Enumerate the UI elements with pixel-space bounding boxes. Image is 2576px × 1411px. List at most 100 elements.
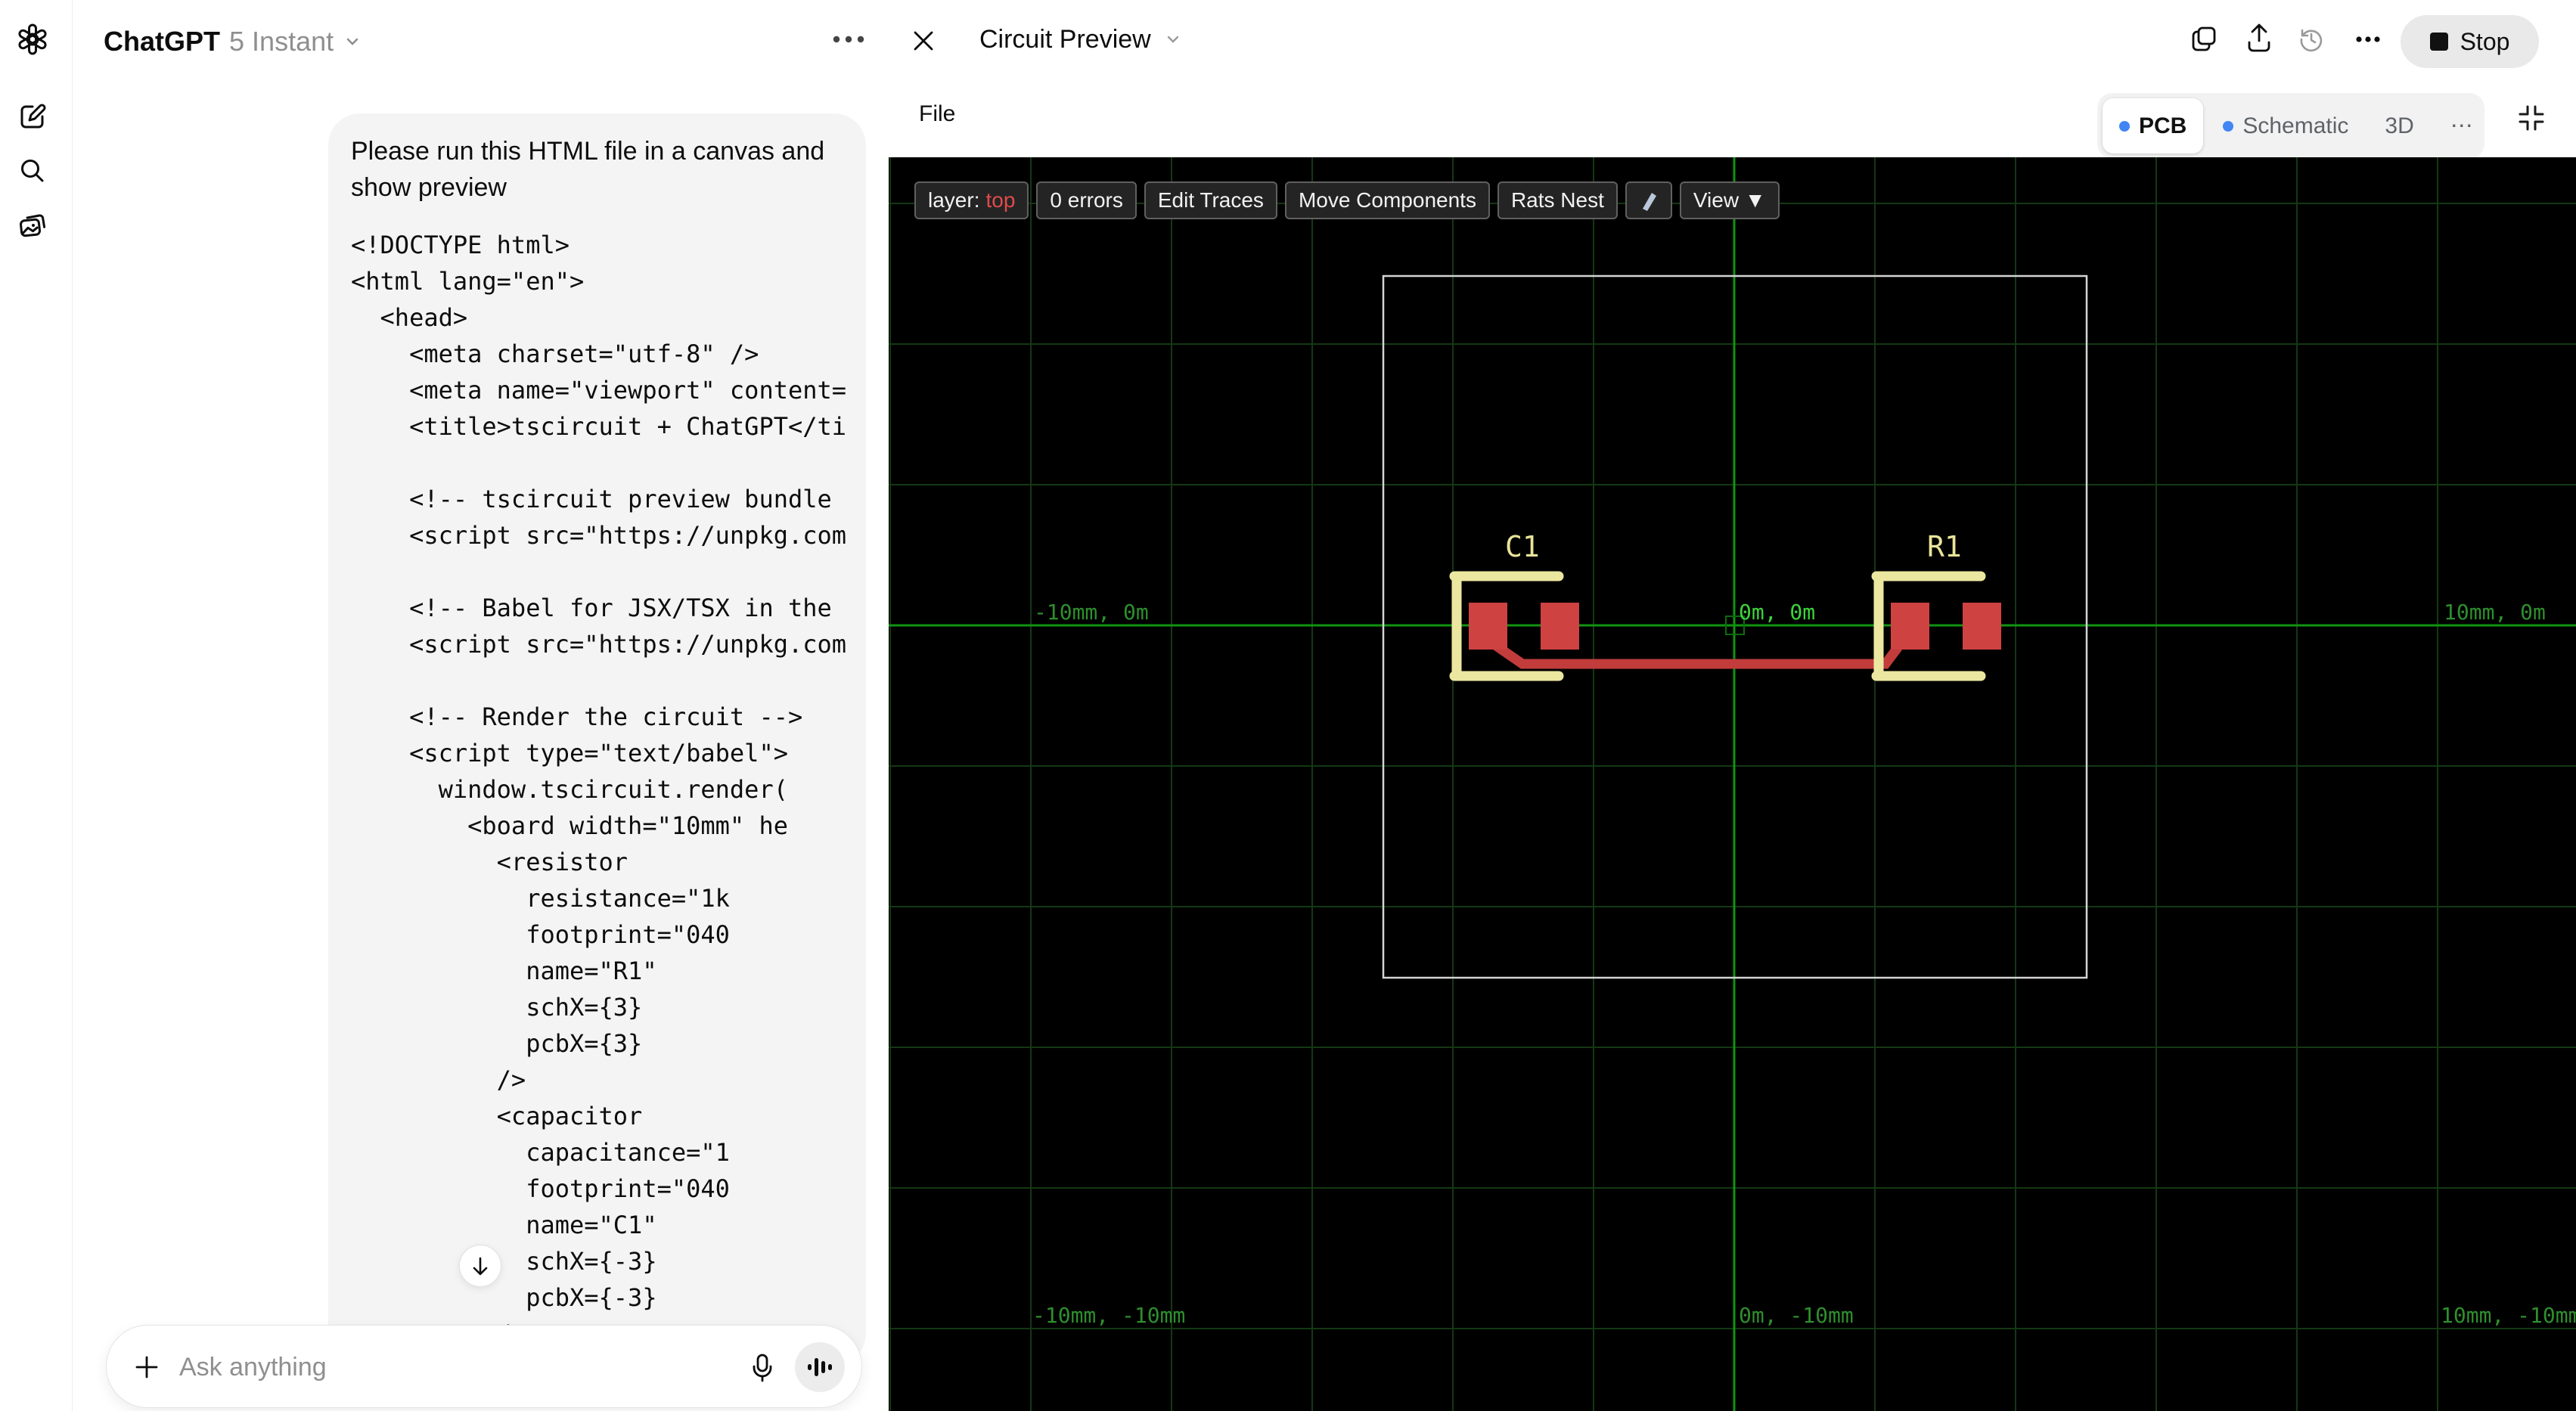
microphone-icon[interactable]	[748, 1353, 777, 1383]
r1-pad-2[interactable]	[1963, 603, 2001, 650]
r1-pad-1[interactable]	[1891, 603, 1929, 650]
code-line: <html lang="en">	[351, 267, 585, 296]
grid-label-bottom-left: -10mm, -10mm	[1032, 1303, 1185, 1328]
move-components-button[interactable]: Move Components	[1284, 181, 1490, 219]
edit-traces-button[interactable]: Edit Traces	[1144, 181, 1277, 219]
schematic-status-dot	[2223, 120, 2234, 132]
chat-title: ChatGPT	[104, 26, 221, 57]
share-icon[interactable]	[2244, 23, 2274, 54]
pasted-code-block: <!DOCTYPE html> <html lang="en"> <head> <…	[351, 227, 849, 1352]
code-line: footprint="040	[351, 920, 730, 949]
code-line: window.tscircuit.render(	[351, 775, 788, 804]
voice-mode-button[interactable]	[795, 1342, 845, 1392]
new-chat-icon[interactable]	[17, 101, 48, 132]
waveform-icon	[808, 1358, 832, 1376]
search-icon[interactable]	[17, 155, 48, 187]
code-line: <head>	[351, 303, 468, 332]
sidebar	[0, 0, 73, 1411]
chat-input[interactable]	[179, 1347, 603, 1388]
tab-schematic-label: Schematic	[2242, 113, 2349, 138]
code-line: <script src="https://unpkg.com	[351, 521, 847, 550]
r1-label: R1	[1927, 530, 1962, 563]
canvas-title-row[interactable]: Circuit Preview	[979, 23, 1183, 56]
rats-nest-button[interactable]: Rats Nest	[1497, 181, 1618, 219]
close-icon[interactable]	[910, 27, 937, 54]
code-line: <script src="https://unpkg.com	[351, 630, 847, 659]
grid-label-origin: 0m, 0m	[1739, 600, 1815, 625]
grid-label-bottom-right: 10mm, -10mm	[2441, 1303, 2576, 1328]
stop-button[interactable]: Stop	[2401, 15, 2539, 68]
code-line: <!DOCTYPE html>	[351, 231, 570, 259]
tab-more-label: ⋯	[2450, 113, 2473, 138]
grid-label-mid-left: -10mm, 0m	[1034, 600, 1149, 625]
user-message-bubble: Please run this HTML file in a canvas an…	[328, 113, 866, 1365]
tab-3d-label: 3D	[2385, 113, 2414, 138]
view-tab-strip: PCB Schematic 3D ⋯	[2097, 93, 2484, 159]
history-icon[interactable]	[2296, 24, 2326, 54]
tab-more[interactable]: ⋯	[2434, 98, 2490, 154]
code-line: <script type="text/babel">	[351, 739, 788, 768]
code-line: <resistor	[351, 848, 628, 876]
code-line: name="R1"	[351, 957, 657, 985]
chat-model-label[interactable]: 5 Instant	[229, 26, 334, 57]
message-line: show preview	[351, 173, 507, 202]
stop-label: Stop	[2460, 27, 2510, 55]
code-line: <meta name="viewport" content=	[351, 376, 847, 405]
canvas-title: Circuit Preview	[979, 24, 1151, 54]
pcb-status-dot	[2119, 120, 2130, 132]
code-line: <board width="10mm" he	[351, 811, 788, 840]
layer-prefix: layer:	[928, 188, 980, 212]
view-dropdown-button[interactable]: View ▼	[1679, 181, 1780, 219]
pencil-icon	[1642, 193, 1656, 211]
code-line: <!-- tscircuit preview bundle	[351, 485, 832, 513]
pencil-tool-button[interactable]	[1625, 181, 1672, 219]
canvas-panel: Circuit Preview Stop File PCB Schematic …	[889, 0, 2576, 1411]
code-line: <!-- Babel for JSX/TSX in the	[351, 594, 832, 622]
more-options-icon[interactable]	[2353, 33, 2383, 45]
chat-more-icon[interactable]	[830, 30, 867, 48]
grid-lines	[889, 157, 2576, 1411]
stop-square-icon	[2429, 33, 2448, 51]
tab-pcb-label: PCB	[2139, 113, 2187, 138]
collapse-fullscreen-icon[interactable]	[2516, 103, 2547, 133]
layer-button[interactable]: layer: top	[914, 181, 1029, 219]
code-line: capacitance="1	[351, 1138, 730, 1167]
code-line: />	[351, 1065, 526, 1094]
code-line: schX={-3}	[351, 1247, 657, 1276]
code-line: resistance="1k	[351, 884, 730, 913]
pcb-canvas[interactable]: C1 R1 -10mm, 0m 0m, 0m 10mm, 0m -10mm, -…	[889, 157, 2576, 1411]
tab-pcb[interactable]: PCB	[2103, 98, 2204, 154]
scroll-to-bottom-button[interactable]	[459, 1245, 501, 1287]
axes	[889, 157, 2576, 1411]
code-line: footprint="040	[351, 1174, 730, 1203]
tab-3d[interactable]: 3D	[2368, 98, 2430, 154]
c1-pad-1[interactable]	[1469, 603, 1507, 650]
grid-label-bottom-center: 0m, -10mm	[1739, 1303, 1854, 1328]
grid-label-mid-right: 10mm, 0m	[2444, 600, 2546, 625]
chat-header: ChatGPT 5 Instant	[104, 25, 362, 58]
code-line: pcbX={3}	[351, 1029, 643, 1058]
code-line: <title>tscircuit + ChatGPT</ti	[351, 412, 847, 441]
library-icon[interactable]	[17, 211, 48, 243]
errors-button[interactable]: 0 errors	[1036, 181, 1137, 219]
arrow-down-icon	[473, 1257, 488, 1276]
code-line: schX={3}	[351, 993, 643, 1022]
attach-plus-icon[interactable]	[132, 1353, 161, 1382]
chevron-down-icon[interactable]	[343, 32, 362, 51]
message-line: Please run this HTML file in a canvas an…	[351, 137, 825, 166]
copy-icon[interactable]	[2189, 24, 2219, 54]
code-line: pcbX={-3}	[351, 1283, 657, 1312]
code-line: <!-- Render the circuit -->	[351, 702, 803, 731]
code-line: name="C1"	[351, 1211, 657, 1239]
file-menu[interactable]: File	[919, 101, 955, 127]
layer-value: top	[985, 188, 1016, 212]
c1-label: C1	[1505, 530, 1540, 563]
openai-logo-icon[interactable]	[17, 23, 48, 55]
chat-composer	[106, 1325, 862, 1408]
tab-schematic[interactable]: Schematic	[2206, 98, 2365, 154]
code-line: <capacitor	[351, 1102, 643, 1130]
c1-pad-2[interactable]	[1541, 603, 1579, 650]
